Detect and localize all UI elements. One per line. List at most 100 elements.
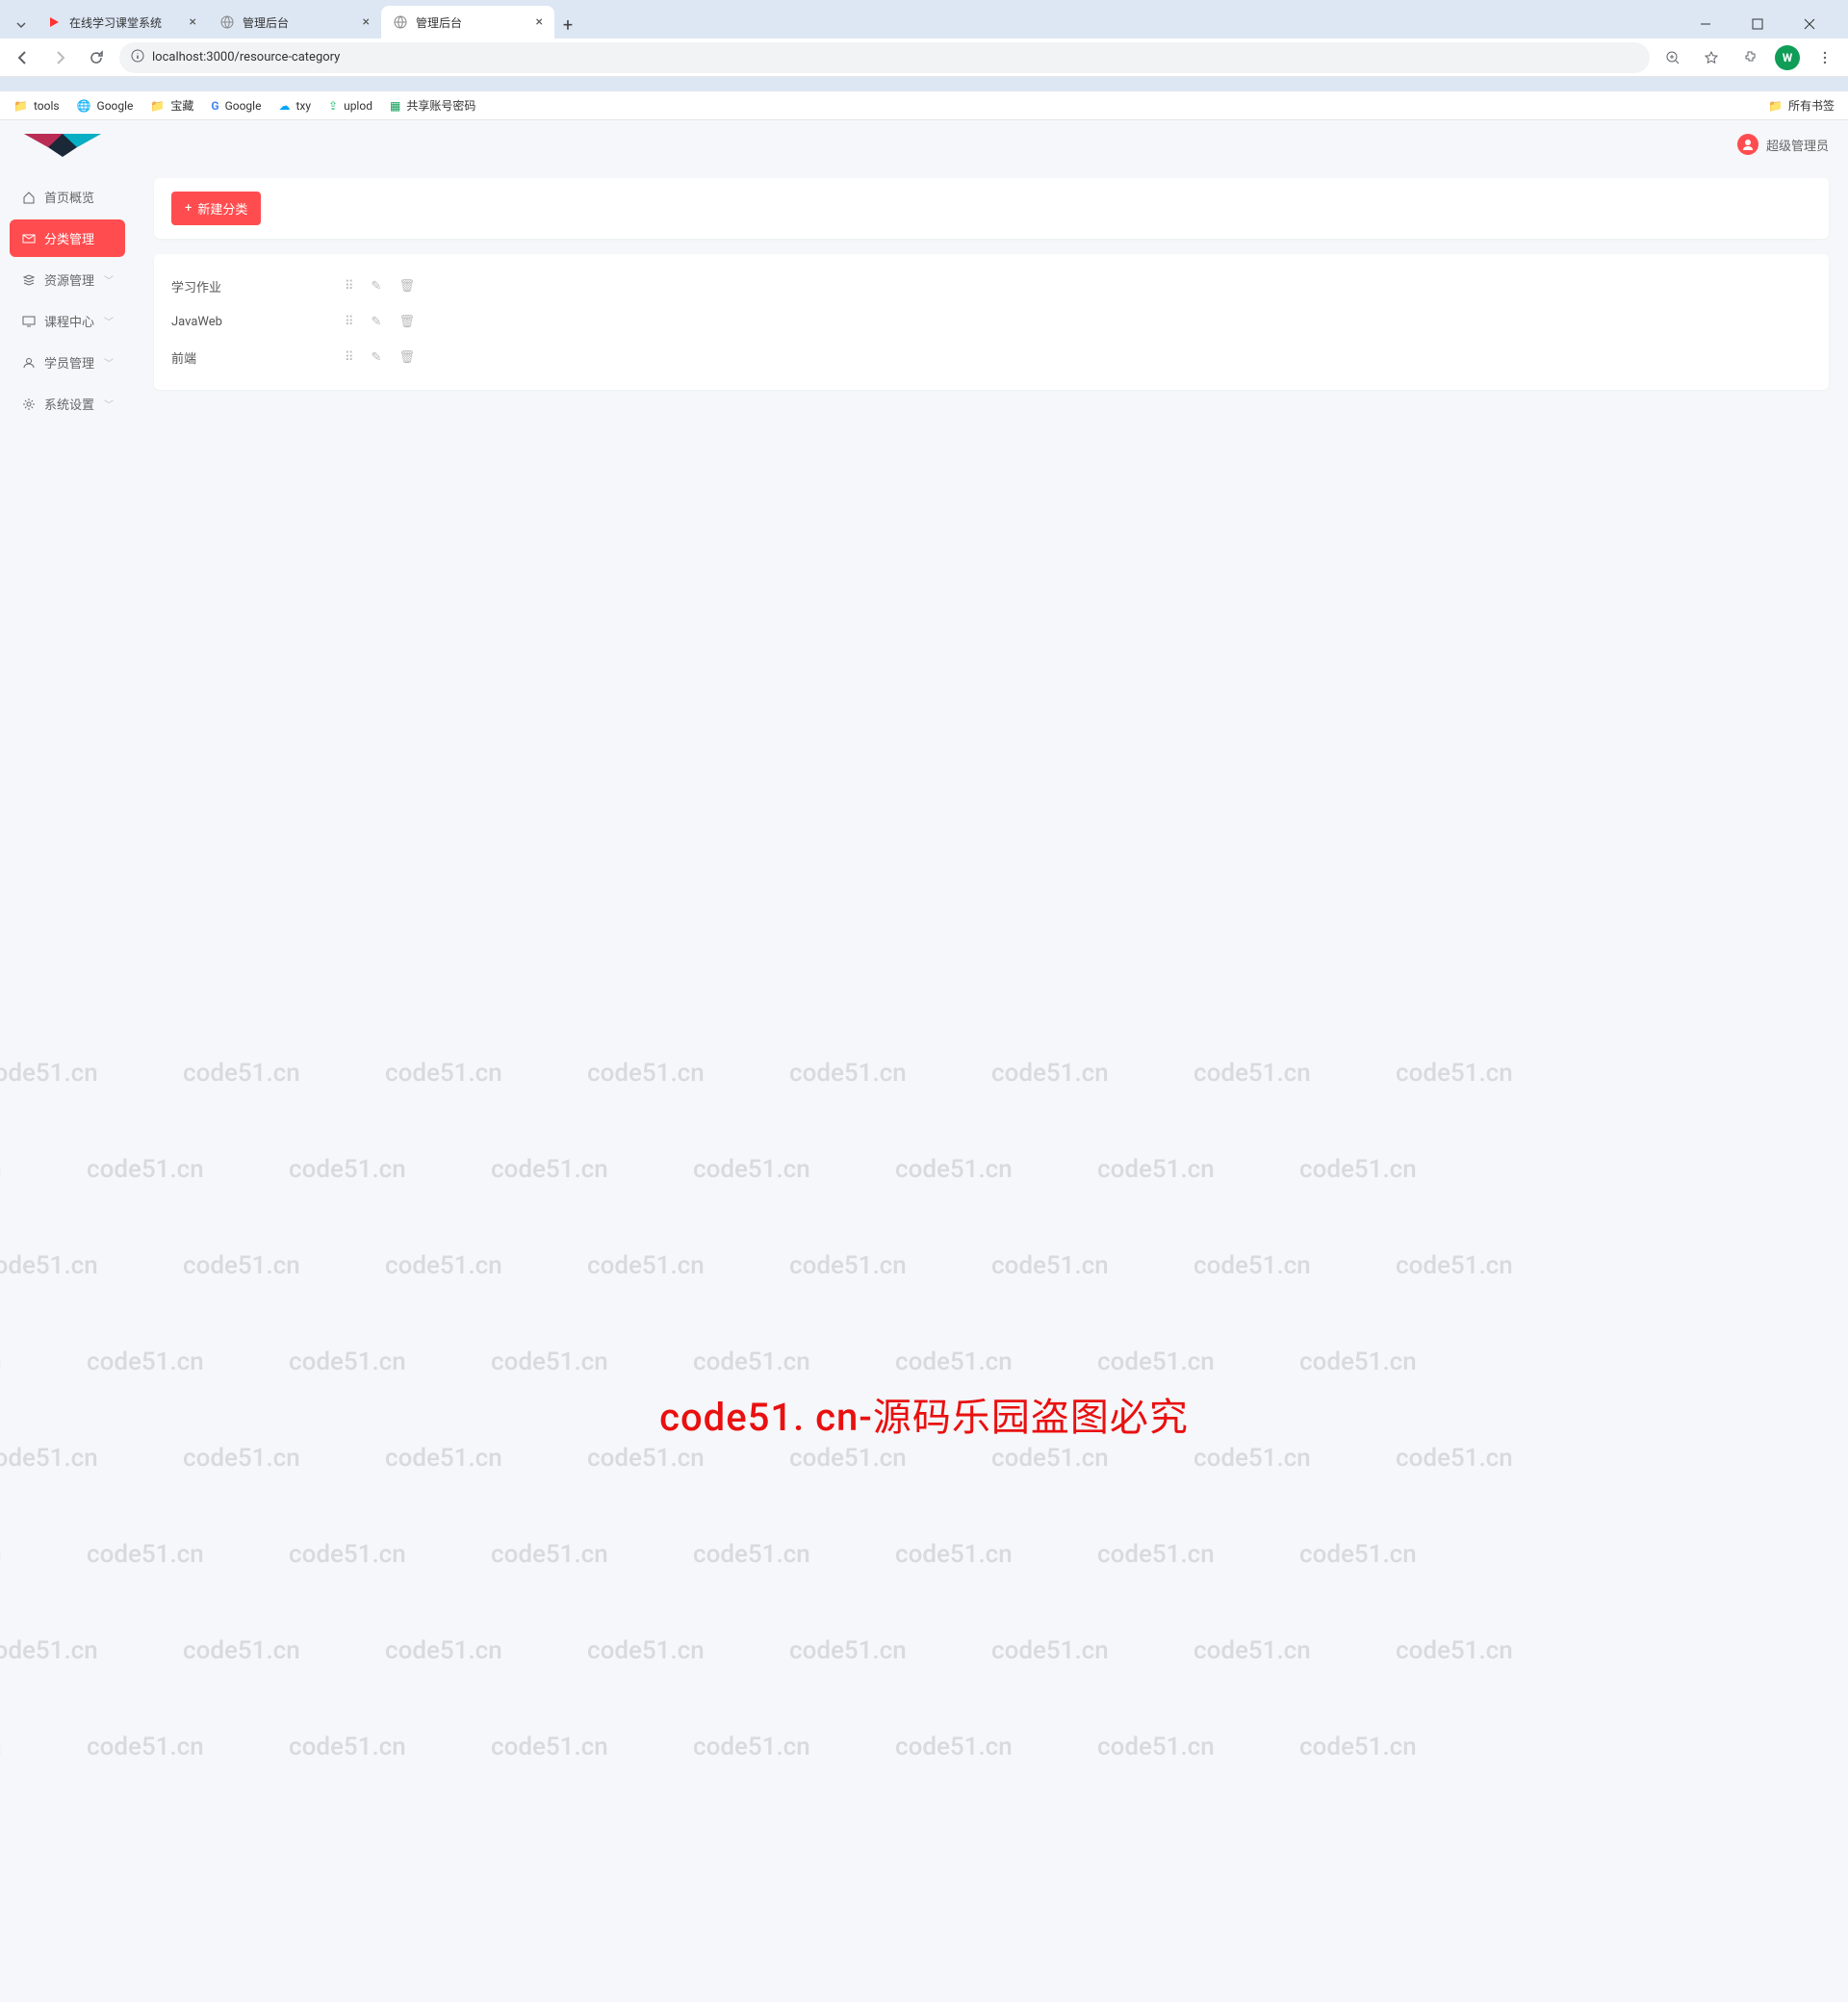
watermark-text: code51.cn <box>895 1155 1013 1184</box>
watermark-text: code51.cn <box>0 1155 2 1184</box>
watermark-text: code51.cn <box>87 1732 204 1761</box>
profile-avatar[interactable]: W <box>1775 45 1800 70</box>
watermark-text: code51.cn <box>789 1636 907 1665</box>
category-list: 学习作业 ⠿ ✎ 🗑 JavaWeb ⠿ ✎ 🗑 前端 ⠿ <box>154 254 1829 390</box>
folder-icon: 📁 <box>1768 99 1783 113</box>
edit-icon[interactable]: ✎ <box>372 279 382 294</box>
bookmark-item-2[interactable]: 📁宝藏 <box>150 97 193 114</box>
watermark-text: code51.cn <box>1194 1636 1311 1665</box>
minimize-button[interactable] <box>1684 10 1727 38</box>
watermark-text: code51.cn <box>991 1444 1109 1473</box>
category-row-0: 学习作业 ⠿ ✎ 🗑 <box>171 268 1811 305</box>
all-bookmarks-button[interactable]: 📁所有书签 <box>1768 97 1835 114</box>
delete-icon[interactable]: 🗑 <box>398 279 415 294</box>
watermark-text: code51.cn <box>587 1059 705 1088</box>
sidebar-item-course[interactable]: 课程中心 ﹀ <box>10 302 125 340</box>
watermark-text: code51.cn <box>1194 1444 1311 1473</box>
category-row-1: JavaWeb ⠿ ✎ 🗑 <box>171 305 1811 339</box>
app-body: 超级管理员 首页概览 分类管理 资源管理 ﹀ 课程中心 ﹀ 学员管理 ﹀ <box>0 120 1848 1001</box>
watermark-text: code51.cn <box>693 1348 810 1376</box>
sidebar-item-category[interactable]: 分类管理 <box>10 219 125 257</box>
drag-handle-icon[interactable]: ⠿ <box>345 315 354 329</box>
bookmark-item-4[interactable]: ☁txy <box>278 99 311 113</box>
site-info-icon[interactable] <box>131 49 144 66</box>
globe-icon: 🌐 <box>77 99 91 113</box>
globe-icon <box>393 14 408 30</box>
sidebar-item-resource[interactable]: 资源管理 ﹀ <box>10 261 125 298</box>
watermark-text: code51.cn <box>1097 1540 1215 1569</box>
browser-tab-1[interactable]: 管理后台 × <box>208 6 381 38</box>
category-name: 学习作业 <box>171 277 345 295</box>
bookmark-item-5[interactable]: ⇪uplod <box>328 99 372 113</box>
watermark-text: code51.cn <box>1396 1636 1513 1665</box>
person-icon <box>21 355 37 371</box>
extensions-icon[interactable] <box>1736 44 1763 71</box>
cloud-icon: ☁ <box>278 99 290 113</box>
close-icon[interactable]: × <box>363 14 370 30</box>
close-icon[interactable]: × <box>536 14 543 30</box>
chevron-down-icon: ﹀ <box>104 272 114 287</box>
watermark-text: code51.cn <box>183 1251 300 1280</box>
monitor-icon <box>21 314 37 329</box>
bookmark-item-0[interactable]: 📁tools <box>13 99 60 113</box>
tab-search-dropdown[interactable] <box>8 12 35 38</box>
watermark-text: code51.cn <box>87 1540 204 1569</box>
watermark-text: code51.cn <box>0 1251 98 1280</box>
watermark-text: code51.cn <box>1396 1251 1513 1280</box>
watermark-text: code51.cn <box>991 1059 1109 1088</box>
watermark-text: code51.cn <box>991 1636 1109 1665</box>
drag-handle-icon[interactable]: ⠿ <box>345 350 354 365</box>
new-category-button[interactable]: + 新建分类 <box>171 192 261 225</box>
url-input[interactable]: localhost:3000/resource-category <box>119 42 1650 73</box>
play-icon <box>46 14 62 30</box>
watermark-text: code51.cn <box>385 1251 502 1280</box>
edit-icon[interactable]: ✎ <box>372 350 382 365</box>
back-button[interactable] <box>10 44 37 71</box>
bookmark-star-icon[interactable] <box>1698 44 1725 71</box>
sidebar: 首页概览 分类管理 资源管理 ﹀ 课程中心 ﹀ 学员管理 ﹀ 系统设置 ﹀ <box>0 120 135 1001</box>
menu-icon[interactable] <box>1811 44 1838 71</box>
sidebar-item-dashboard[interactable]: 首页概览 <box>10 178 125 216</box>
close-window-button[interactable] <box>1788 10 1831 38</box>
watermark-text: code51.cn <box>0 1636 98 1665</box>
bookmark-item-3[interactable]: GGoogle <box>211 99 261 113</box>
home-icon <box>21 190 37 205</box>
tab-title: 管理后台 <box>416 14 528 31</box>
watermark-text: code51.cn <box>1299 1732 1417 1761</box>
watermark-text: code51.cn <box>385 1444 502 1473</box>
user-menu[interactable]: 超级管理员 <box>1737 134 1829 155</box>
watermark-text: code51.cn <box>991 1251 1109 1280</box>
watermark-text: code51.cn <box>895 1732 1013 1761</box>
new-tab-button[interactable]: + <box>554 12 581 38</box>
browser-tab-0[interactable]: 在线学习课堂系统 × <box>35 6 208 38</box>
forward-button[interactable] <box>46 44 73 71</box>
maximize-button[interactable] <box>1736 10 1779 38</box>
watermark-text: code51.cn <box>289 1540 406 1569</box>
browser-tab-2[interactable]: 管理后台 × <box>381 6 554 38</box>
zoom-icon[interactable] <box>1659 44 1686 71</box>
watermark-text: code51.cn <box>789 1251 907 1280</box>
stack-icon <box>21 272 37 288</box>
app-logo[interactable] <box>19 126 106 163</box>
url-text: localhost:3000/resource-category <box>152 50 340 64</box>
delete-icon[interactable]: 🗑 <box>398 315 415 329</box>
plus-icon: + <box>185 201 192 216</box>
watermark-text: code51.cn <box>895 1540 1013 1569</box>
watermark-text: code51.cn <box>587 1251 705 1280</box>
sidebar-item-settings[interactable]: 系统设置 ﹀ <box>10 385 125 423</box>
tab-title: 在线学习课堂系统 <box>69 14 182 31</box>
drag-handle-icon[interactable]: ⠿ <box>345 279 354 294</box>
bookmark-item-6[interactable]: ▦共享账号密码 <box>390 97 475 114</box>
tab-bar: 在线学习课堂系统 × 管理后台 × 管理后台 × + <box>0 0 1848 38</box>
bookmark-item-1[interactable]: 🌐Google <box>77 99 134 113</box>
watermark-text: code51.cn <box>1194 1251 1311 1280</box>
edit-icon[interactable]: ✎ <box>372 315 382 329</box>
close-icon[interactable]: × <box>190 14 196 30</box>
watermark-layer: code51. cn-源码乐园盗图必究 code51.cncode51.cnco… <box>0 1001 1848 2002</box>
watermark-text: code51.cn <box>87 1155 204 1184</box>
delete-icon[interactable]: 🗑 <box>398 350 415 365</box>
sidebar-item-student[interactable]: 学员管理 ﹀ <box>10 344 125 381</box>
folder-icon: 📁 <box>13 99 28 113</box>
window-controls <box>1684 10 1840 38</box>
reload-button[interactable] <box>83 44 110 71</box>
